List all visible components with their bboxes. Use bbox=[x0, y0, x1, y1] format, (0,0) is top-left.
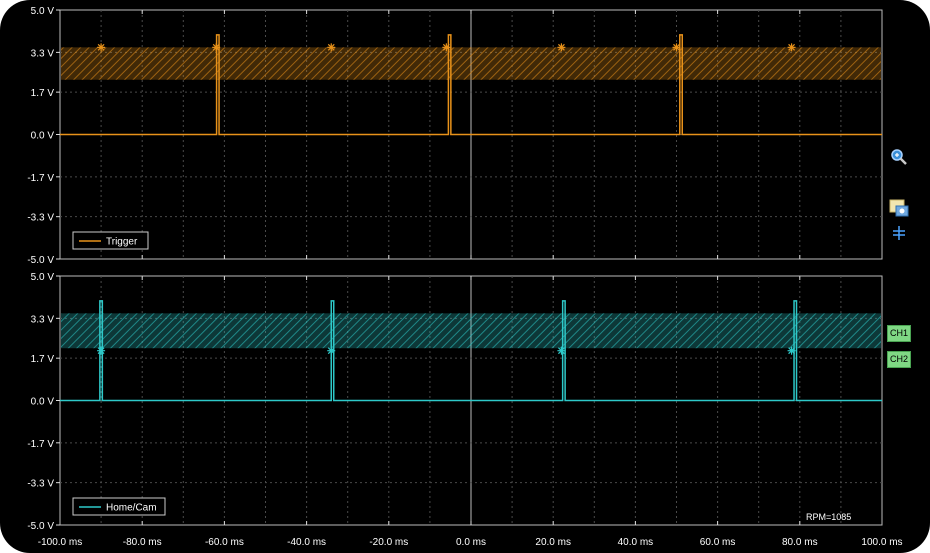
y-tick-label: -1.7 V bbox=[27, 439, 54, 450]
y-tick-label: 5.0 V bbox=[31, 6, 55, 17]
x-tick-label: -40.0 ms bbox=[287, 537, 326, 548]
cursor-icon[interactable] bbox=[891, 225, 907, 241]
trigger-marker bbox=[327, 43, 336, 52]
legend-label: Home/Cam bbox=[106, 503, 157, 514]
snapshot-icon[interactable] bbox=[889, 199, 909, 217]
trigger-marker bbox=[672, 43, 681, 52]
trigger-marker bbox=[557, 43, 566, 52]
trigger-marker bbox=[97, 346, 106, 355]
trigger-marker bbox=[97, 43, 106, 52]
x-tick-label: 100.0 ms bbox=[861, 537, 902, 548]
scope-canvas: 5.0 V 3.3 V 1.7 V 0.0 V -1.7 V -3.3 V -5.0 V Tr… bbox=[27, 6, 903, 548]
trigger-marker bbox=[212, 43, 221, 52]
trigger-marker bbox=[787, 43, 796, 52]
rpm-readout: RPM=1085 bbox=[806, 512, 851, 522]
legend-trigger: Trigger bbox=[72, 231, 149, 250]
y-tick-label: -5.0 V bbox=[27, 521, 54, 532]
x-tick-label: 40.0 ms bbox=[618, 537, 654, 548]
y-tick-label: -5.0 V bbox=[27, 255, 54, 266]
trigger-plot[interactable]: 5.0 V 3.3 V 1.7 V 0.0 V -1.7 V -3.3 V -5.0 V Tr… bbox=[27, 6, 883, 266]
y-tick-label: 1.7 V bbox=[31, 354, 55, 365]
threshold-band bbox=[61, 47, 881, 80]
y-tick-label: -1.7 V bbox=[27, 173, 54, 184]
threshold-band bbox=[61, 313, 881, 349]
y-tick-label: 0.0 V bbox=[31, 397, 55, 408]
legend-label: Trigger bbox=[106, 237, 138, 248]
x-tick-label: 0.0 ms bbox=[456, 537, 486, 548]
home-cam-plot[interactable]: 5.0 V 3.3 V 1.7 V 0.0 V -1.7 V -3.3 V -5.0 V Ho… bbox=[27, 272, 883, 532]
y-tick-label: -3.3 V bbox=[27, 479, 54, 490]
y-tick-label: -3.3 V bbox=[27, 213, 54, 224]
trigger-marker bbox=[442, 43, 451, 52]
trigger-marker bbox=[787, 346, 796, 355]
channel-tag-ch1[interactable]: CH1 bbox=[887, 325, 911, 342]
x-tick-label: -60.0 ms bbox=[205, 537, 244, 548]
legend-homecam: Home/Cam bbox=[72, 497, 166, 516]
y-tick-label: 3.3 V bbox=[31, 48, 55, 59]
y-tick-label: 3.3 V bbox=[31, 314, 55, 325]
y-tick-label: 5.0 V bbox=[31, 272, 55, 283]
x-tick-label: 60.0 ms bbox=[700, 537, 736, 548]
zoom-icon[interactable] bbox=[890, 148, 908, 166]
time-axis: -100.0 ms -80.0 ms -60.0 ms -40.0 ms -20.0 m… bbox=[38, 537, 903, 548]
y-tick-label: 1.7 V bbox=[31, 88, 55, 99]
x-tick-label: -100.0 ms bbox=[38, 537, 82, 548]
trigger-marker bbox=[557, 346, 566, 355]
x-tick-label: -80.0 ms bbox=[123, 537, 162, 548]
x-tick-label: 80.0 ms bbox=[782, 537, 818, 548]
scope-window: 5.0 V 3.3 V 1.7 V 0.0 V -1.7 V -3.3 V -5.0 V Tr… bbox=[0, 0, 930, 553]
trigger-marker bbox=[327, 346, 336, 355]
channel-tag-ch2[interactable]: CH2 bbox=[887, 351, 911, 368]
x-tick-label: 20.0 ms bbox=[535, 537, 571, 548]
y-tick-label: 0.0 V bbox=[31, 131, 55, 142]
x-tick-label: -20.0 ms bbox=[369, 537, 408, 548]
